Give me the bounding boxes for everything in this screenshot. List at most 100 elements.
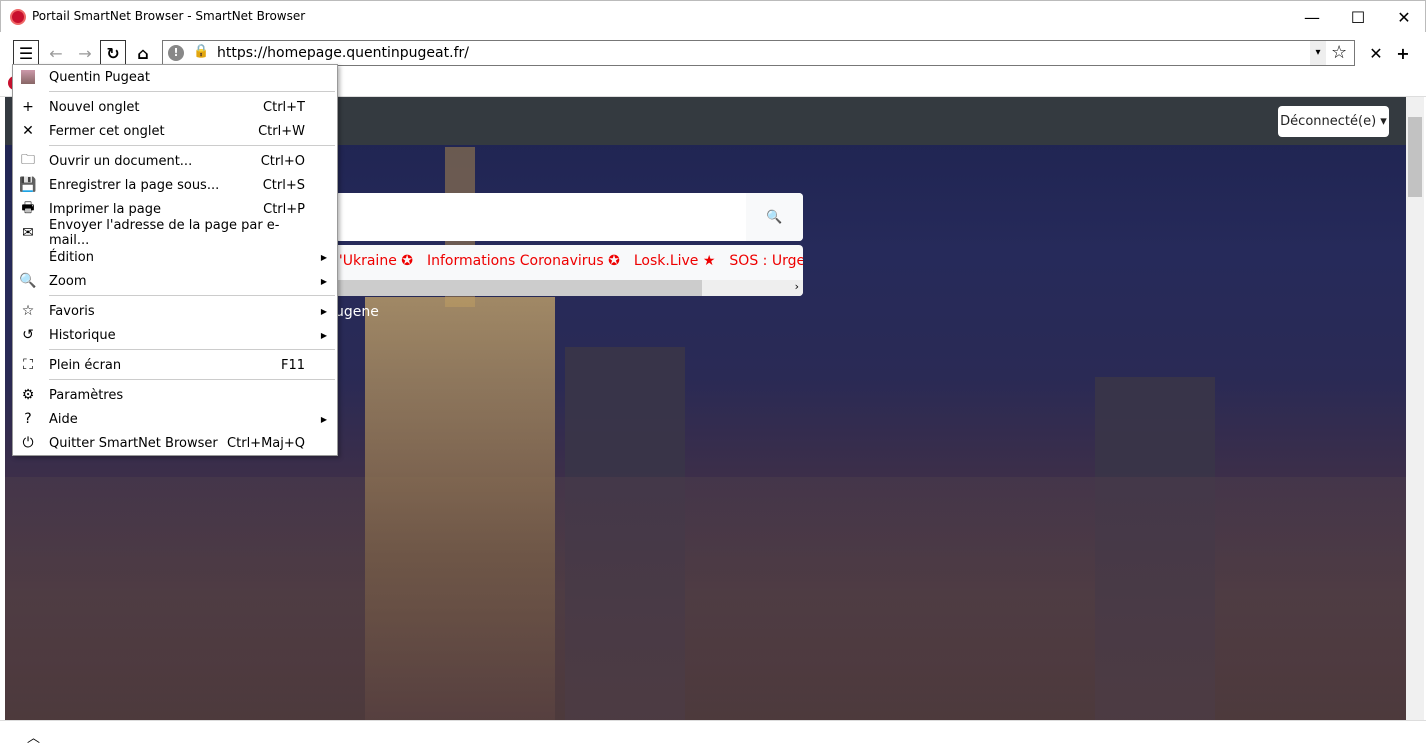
link-ukraine[interactable]: l'Ukraine ✪: [335, 253, 413, 269]
link-coronavirus[interactable]: Informations Coronavirus ✪: [427, 253, 620, 269]
menu-item-label: Favoris: [49, 303, 95, 319]
menu-item-icon: 💾: [19, 177, 37, 193]
menu-item-zoom[interactable]: 🔍 Zoom ▶: [13, 269, 337, 293]
menu-item-icon: 🔍: [19, 273, 37, 289]
menu-divider: [49, 145, 335, 146]
forward-button[interactable]: →: [72, 40, 98, 66]
menu-divider: [49, 91, 335, 92]
search-icon: 🔍: [766, 209, 783, 225]
submenu-arrow-icon: ▶: [320, 252, 327, 262]
menu-item-historique[interactable]: ↺ Historique ▶: [13, 323, 337, 347]
menu-item-shortcut: Ctrl+P: [263, 201, 305, 217]
menu-item-label: Zoom: [49, 273, 87, 289]
submenu-arrow-icon: ▶: [320, 306, 327, 316]
bell-tower-image: [365, 297, 555, 720]
scroll-up-button[interactable]: ︿: [5, 721, 62, 751]
lock-icon[interactable]: 🔒: [193, 44, 209, 59]
reload-button[interactable]: ↻: [100, 40, 126, 66]
menu-item-nouvel-onglet[interactable]: + Nouvel onglet Ctrl+T: [13, 95, 337, 119]
menu-item-paramètres[interactable]: ⚙ Paramètres: [13, 383, 337, 407]
menu-item-label: Enregistrer la page sous...: [49, 177, 220, 193]
menu-item-plein-écran[interactable]: ⛶ Plein écran F11: [13, 353, 337, 377]
menu-item-icon: ⛶: [23, 357, 33, 373]
main-menu: Quentin Pugeat + Nouvel onglet Ctrl+T ✕ Ferm…: [12, 64, 338, 456]
menu-item-shortcut: Ctrl+T: [263, 99, 305, 115]
bookmark-star-icon[interactable]: ☆: [1331, 42, 1347, 63]
submenu-arrow-icon: ▶: [320, 414, 327, 424]
back-button[interactable]: ←: [43, 40, 69, 66]
submenu-arrow-icon: ▶: [320, 330, 327, 340]
menu-item-label: Nouvel onglet: [49, 99, 140, 115]
menu-item-shortcut: F11: [280, 357, 305, 373]
menu-item-shortcut: Ctrl+O: [260, 153, 305, 169]
menu-item-ouvrir-un-document[interactable]: 🗀 Ouvrir un document... Ctrl+O: [13, 149, 337, 173]
menu-item-shortcut: Ctrl+Maj+Q: [227, 435, 305, 451]
menu-item-shortcut: Ctrl+W: [258, 123, 305, 139]
menu-profile[interactable]: Quentin Pugeat: [13, 65, 337, 89]
address-bar[interactable]: ! 🔒 https://homepage.quentinpugeat.fr/ ▾…: [162, 40, 1355, 66]
close-window-button[interactable]: ✕: [1381, 1, 1426, 33]
menu-item-label: Ouvrir un document...: [49, 153, 193, 169]
menu-item-label: Imprimer la page: [49, 201, 162, 217]
menu-item-icon: ☆: [21, 303, 35, 319]
menu-item-icon: ↺: [22, 327, 34, 343]
window-title: Portail SmartNet Browser - SmartNet Brow…: [32, 9, 306, 23]
app-logo-icon: [10, 9, 26, 25]
link-sos[interactable]: SOS : Urgen: [729, 253, 803, 269]
disconnected-dropdown[interactable]: Déconnecté(e) ▾: [1278, 106, 1389, 137]
menu-item-label: Édition: [49, 249, 94, 265]
avatar: [21, 70, 35, 84]
chevron-right-icon[interactable]: ›: [795, 280, 799, 293]
profile-name: Quentin Pugeat: [49, 69, 150, 85]
minimize-button[interactable]: —: [1289, 1, 1335, 33]
link-losk-live[interactable]: Losk.Live ★: [634, 253, 716, 269]
url-dropdown-button[interactable]: ▾: [1310, 41, 1326, 65]
menu-item-icon: 🖶: [21, 200, 35, 216]
chevron-up-icon: ︿: [26, 730, 40, 746]
submenu-arrow-icon: ▶: [320, 276, 327, 286]
menu-item-label: Aide: [49, 411, 78, 427]
toolbar: ☰ ← → ↻ ⌂ ! 🔒 https://homepage.quentinpu…: [0, 32, 1426, 68]
menu-item-label: Paramètres: [49, 387, 124, 403]
city-image: [5, 477, 1406, 720]
menu-item-shortcut: Ctrl+S: [262, 177, 305, 193]
menu-item-label: Fermer cet onglet: [49, 123, 165, 139]
menu-item-édition[interactable]: Édition ▶: [13, 245, 337, 269]
menu-item-label: Historique: [49, 327, 116, 343]
search-input[interactable]: 🔍: [335, 193, 803, 241]
menu-item-label: Plein écran: [49, 357, 122, 373]
new-tab-button[interactable]: +: [1390, 40, 1416, 66]
menu-item-icon: ✕: [22, 123, 34, 139]
menu-item-envoyer-l-adresse-de-la-page-par-e-mail[interactable]: ✉ Envoyer l'adresse de la page par e-mail…: [13, 218, 337, 248]
menu-item-quitter-smartnet-browser[interactable]: ⏻ Quitter SmartNet Browser Ctrl+Maj+Q: [13, 431, 337, 455]
menu-item-icon: ✉: [22, 225, 34, 241]
menu-item-favoris[interactable]: ☆ Favoris ▶: [13, 299, 337, 323]
menu-item-label: Envoyer l'adresse de la page par e-mail.…: [49, 218, 280, 248]
vertical-scrollbar[interactable]: [1406, 97, 1424, 720]
url-input[interactable]: https://homepage.quentinpugeat.fr/: [217, 45, 469, 61]
search-button[interactable]: 🔍: [746, 193, 803, 241]
menu-item-enregistrer-la-page-sous[interactable]: 💾 Enregistrer la page sous... Ctrl+S: [13, 173, 337, 197]
home-button[interactable]: ⌂: [130, 40, 156, 66]
menu-divider: [49, 295, 335, 296]
warning-icon[interactable]: !: [168, 45, 184, 61]
menu-button[interactable]: ☰: [13, 40, 39, 66]
menu-item-aide[interactable]: ? Aide ▶: [13, 407, 337, 431]
maximize-button[interactable]: ☐: [1335, 1, 1381, 33]
scrollbar-thumb[interactable]: [1408, 117, 1422, 197]
menu-item-icon: 🗀: [21, 152, 35, 168]
caption-text: ugene: [335, 304, 379, 320]
menu-item-icon: ⚙: [21, 387, 35, 403]
menu-divider: [49, 349, 335, 350]
quick-links: l'Ukraine ✪ Informations Coronavirus ✪ Los…: [335, 245, 803, 296]
title-bar: Portail SmartNet Browser - SmartNet Brow…: [0, 0, 1426, 32]
menu-item-icon: +: [22, 99, 34, 115]
menu-item-label: Quitter SmartNet Browser: [49, 435, 218, 451]
bottom-bar: ︿: [0, 720, 1426, 752]
close-tab-button[interactable]: ✕: [1363, 40, 1389, 66]
scrollbar-thumb[interactable]: [335, 280, 702, 296]
menu-divider: [49, 379, 335, 380]
menu-item-fermer-cet-onglet[interactable]: ✕ Fermer cet onglet Ctrl+W: [13, 119, 337, 143]
menu-item-icon: ⏻: [22, 435, 34, 451]
horizontal-scrollbar[interactable]: ›: [335, 280, 803, 296]
